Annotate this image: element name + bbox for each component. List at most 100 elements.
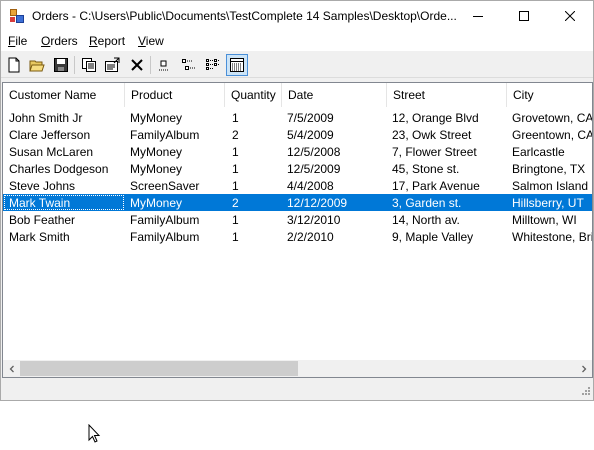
table-row[interactable]: John Smith Jr MyMoney 1 7/5/2009 12, Ora… [3, 109, 593, 126]
window-title: Orders - C:\Users\Public\Documents\TestC… [32, 9, 457, 23]
new-button[interactable] [3, 54, 25, 76]
scroll-left-button[interactable] [3, 360, 20, 377]
cell-date: 4/4/2008 [287, 179, 334, 193]
cell-date: 7/5/2009 [287, 111, 334, 125]
table-row-selected[interactable]: Mark Twain MyMoney 2 12/12/2009 3, Garde… [3, 194, 592, 211]
scroll-right-button[interactable] [575, 360, 592, 377]
table-row[interactable]: Charles Dodgeson MyMoney 1 12/5/2009 45,… [3, 160, 592, 177]
cell-quantity: 1 [232, 162, 239, 176]
cell-quantity: 1 [232, 230, 239, 244]
save-button[interactable] [50, 54, 72, 76]
toolbar-separator [74, 56, 75, 74]
orders-window: Orders - C:\Users\Public\Documents\TestC… [0, 0, 594, 401]
maximize-button[interactable] [501, 1, 547, 31]
cell-date: 12/5/2008 [287, 145, 341, 159]
resize-grip-icon[interactable] [579, 386, 591, 398]
scroll-thumb[interactable] [20, 361, 298, 376]
menu-bar: File Orders Report View [1, 31, 593, 51]
cell-customer: Susan McLaren [9, 145, 94, 159]
table-row[interactable]: Steve Johns ScreenSaver 1 4/4/2008 17, P… [3, 177, 592, 194]
cell-product: MyMoney [130, 196, 183, 210]
mouse-cursor-icon [88, 424, 101, 443]
cell-customer: Mark Smith [9, 230, 70, 244]
cell-customer: Mark Twain [9, 196, 71, 210]
chevron-left-icon [9, 365, 14, 372]
new-icon [8, 57, 20, 73]
cell-city: Hillsberry, UT [512, 196, 584, 210]
orders-list-view[interactable]: Customer Name Product Quantity Date Stre… [2, 82, 593, 378]
cell-quantity: 1 [232, 213, 239, 227]
cell-product: MyMoney [130, 162, 183, 176]
cell-street: 45, Stone st. [392, 162, 460, 176]
cell-product: FamilyAlbum [130, 128, 200, 142]
minimize-button[interactable] [455, 1, 501, 31]
cell-city: Whitestone, Britis [512, 230, 593, 244]
cell-street: 17, Park Avenue [392, 179, 480, 193]
properties-icon [105, 57, 120, 72]
cell-product: FamilyAlbum [130, 213, 200, 227]
table-row[interactable]: Susan McLaren MyMoney 1 12/5/2008 7, Flo… [3, 143, 592, 160]
cell-customer: Steve Johns [9, 179, 76, 193]
cell-date: 5/4/2009 [287, 128, 334, 142]
list-icon [206, 59, 220, 70]
menu-file[interactable]: File [8, 34, 27, 48]
small-icons-icon [182, 59, 196, 70]
table-row[interactable]: Mark Smith FamilyAlbum 1 2/2/2010 9, Map… [3, 228, 593, 245]
cell-date: 12/12/2009 [287, 196, 348, 210]
table-row[interactable]: Clare Jefferson FamilyAlbum 2 5/4/2009 2… [3, 126, 593, 143]
cell-street: 12, Orange Blvd [392, 111, 479, 125]
cell-date: 2/2/2010 [287, 230, 334, 244]
horizontal-scrollbar[interactable] [3, 360, 592, 377]
copy-button[interactable] [78, 54, 100, 76]
app-icon[interactable] [10, 9, 24, 23]
open-button[interactable] [26, 54, 48, 76]
status-bar [1, 380, 593, 400]
cell-customer: John Smith Jr [9, 111, 83, 125]
small-icons-button[interactable] [178, 54, 200, 76]
cell-product: ScreenSaver [130, 179, 200, 193]
cell-city: Milltown, WI [512, 213, 577, 227]
list-header: Customer Name Product Quantity Date Stre… [3, 83, 592, 107]
cell-city: Earlcastle [512, 145, 565, 159]
delete-button[interactable] [126, 54, 148, 76]
cell-street: 9, Maple Valley [392, 230, 474, 244]
cell-customer: Bob Feather [9, 213, 76, 227]
maximize-icon [519, 11, 529, 21]
cell-date: 12/5/2009 [287, 162, 341, 176]
cell-street: 3, Garden st. [392, 196, 462, 210]
details-button[interactable] [226, 54, 248, 76]
properties-button[interactable] [101, 54, 123, 76]
cell-street: 23, Owk Street [392, 128, 472, 142]
column-header-customer[interactable]: Customer Name [3, 83, 125, 107]
list-button[interactable] [202, 54, 224, 76]
details-icon [230, 58, 244, 72]
chevron-right-icon [581, 365, 586, 372]
cell-customer: Charles Dodgeson [9, 162, 109, 176]
close-button[interactable] [547, 1, 593, 31]
column-header-quantity[interactable]: Quantity [225, 83, 282, 107]
cell-product: MyMoney [130, 145, 183, 159]
save-icon [54, 58, 68, 72]
cell-street: 7, Flower Street [392, 145, 477, 159]
cell-city: Salmon Island [512, 179, 589, 193]
close-icon [565, 11, 575, 21]
title-bar[interactable]: Orders - C:\Users\Public\Documents\TestC… [1, 1, 593, 31]
minimize-icon [473, 16, 483, 17]
menu-report[interactable]: Report [89, 34, 125, 48]
cell-city: Bringtone, TX [512, 162, 586, 176]
large-icons-icon [159, 60, 169, 71]
cell-product: MyMoney [130, 111, 183, 125]
menu-view[interactable]: View [138, 34, 164, 48]
copy-icon [82, 58, 96, 72]
menu-orders[interactable]: Orders [41, 34, 78, 48]
column-header-date[interactable]: Date [282, 83, 387, 107]
large-icons-button[interactable] [154, 54, 176, 76]
table-row[interactable]: Bob Feather FamilyAlbum 1 3/12/2010 14, … [3, 211, 592, 228]
column-header-product[interactable]: Product [125, 83, 225, 107]
column-header-city[interactable]: City [507, 83, 592, 107]
cell-quantity: 1 [232, 145, 239, 159]
cell-quantity: 1 [232, 179, 239, 193]
column-header-street[interactable]: Street [387, 83, 507, 107]
cell-city: Greentown, CA [512, 128, 593, 142]
cell-city: Grovetown, CA [512, 111, 593, 125]
